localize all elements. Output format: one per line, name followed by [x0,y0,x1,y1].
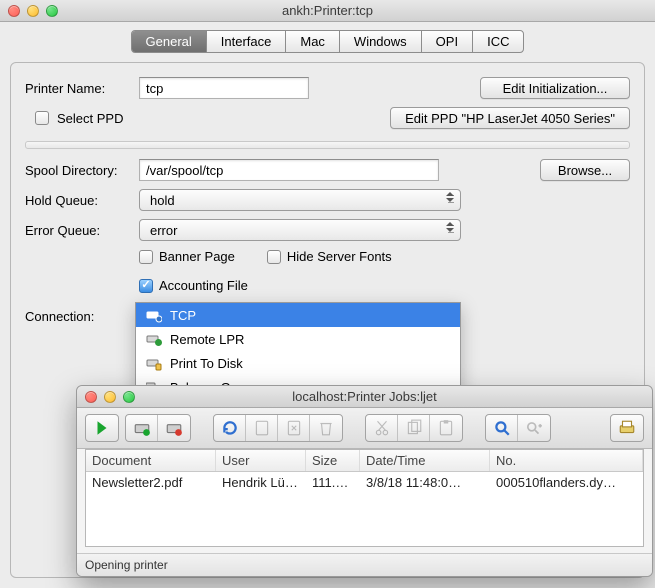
window-title: ankh:Printer:tcp [0,3,655,18]
banner-page-checkbox[interactable] [139,250,153,264]
printer-name-input[interactable] [139,77,309,99]
connection-option-remote-lpr[interactable]: Remote LPR [136,327,460,351]
hold-queue-label: Hold Queue: [25,193,131,208]
paste-button[interactable] [430,415,462,441]
table-row[interactable]: Newsletter2.pdf Hendrik Lü… 111.5… 3/8/1… [86,472,643,493]
copy-button[interactable] [398,415,430,441]
zoom-window-button[interactable] [46,5,58,17]
banner-page-label: Banner Page [159,249,235,264]
spool-dir-input[interactable] [139,159,439,181]
error-queue-label: Error Queue: [25,223,131,238]
hide-fonts-label: Hide Server Fonts [287,249,392,264]
tabbar: General Interface Mac Windows OPI ICC [0,30,655,53]
printer-network-icon [146,307,162,323]
error-queue-select[interactable]: error [139,219,461,241]
jobs-window-title: localhost:Printer Jobs:ljet [77,389,652,404]
edit-ppd-button[interactable]: Edit PPD "HP LaserJet 4050 Series" [390,107,630,129]
hide-fonts-checkbox[interactable] [267,250,281,264]
edit-initialization-button[interactable]: Edit Initialization... [480,77,630,99]
jobs-close-button[interactable] [85,391,97,403]
printer-name-label: Printer Name: [25,81,131,96]
jobs-status: Opening printer [77,553,652,576]
connection-option-tcp[interactable]: TCP [136,303,460,327]
jobs-toolbar [77,408,652,449]
refresh-button[interactable] [214,415,246,441]
connection-label: Connection: [25,309,131,324]
find-next-button[interactable] [518,415,550,441]
tab-general[interactable]: General [132,31,207,52]
separator [25,141,630,149]
minimize-window-button[interactable] [27,5,39,17]
jobs-table: Document User Size Date/Time No. Newslet… [85,449,644,547]
hold-job-button[interactable] [246,415,278,441]
close-window-button[interactable] [8,5,20,17]
tab-mac[interactable]: Mac [286,31,340,52]
connection-option-print-to-disk[interactable]: Print To Disk [136,351,460,375]
jobs-minimize-button[interactable] [104,391,116,403]
delete-job-button[interactable] [310,415,342,441]
col-user[interactable]: User [216,450,306,471]
main-titlebar: ankh:Printer:tcp [0,0,655,22]
release-job-button[interactable] [278,415,310,441]
col-size[interactable]: Size [306,450,360,471]
print-button[interactable] [611,415,643,441]
select-ppd-checkbox[interactable] [35,111,49,125]
tab-icc[interactable]: ICC [473,31,523,52]
tab-interface[interactable]: Interface [207,31,287,52]
stop-printer-button[interactable] [158,415,190,441]
tab-opi[interactable]: OPI [422,31,473,52]
cut-button[interactable] [366,415,398,441]
col-number[interactable]: No. [490,450,643,471]
accounting-label: Accounting File [159,278,248,293]
accounting-checkbox[interactable] [139,279,153,293]
spool-dir-label: Spool Directory: [25,163,131,178]
find-button[interactable] [486,415,518,441]
browse-button[interactable]: Browse... [540,159,630,181]
printer-jobs-window: localhost:Printer Jobs:ljet [76,385,653,577]
select-ppd-label: Select PPD [57,111,123,126]
jobs-zoom-button[interactable] [123,391,135,403]
printer-disk-icon [146,355,162,371]
resume-printer-button[interactable] [126,415,158,441]
play-button[interactable] [86,415,118,441]
hold-queue-select[interactable]: hold [139,189,461,211]
col-datetime[interactable]: Date/Time [360,450,490,471]
col-document[interactable]: Document [86,450,216,471]
tab-windows[interactable]: Windows [340,31,422,52]
printer-globe-icon [146,331,162,347]
